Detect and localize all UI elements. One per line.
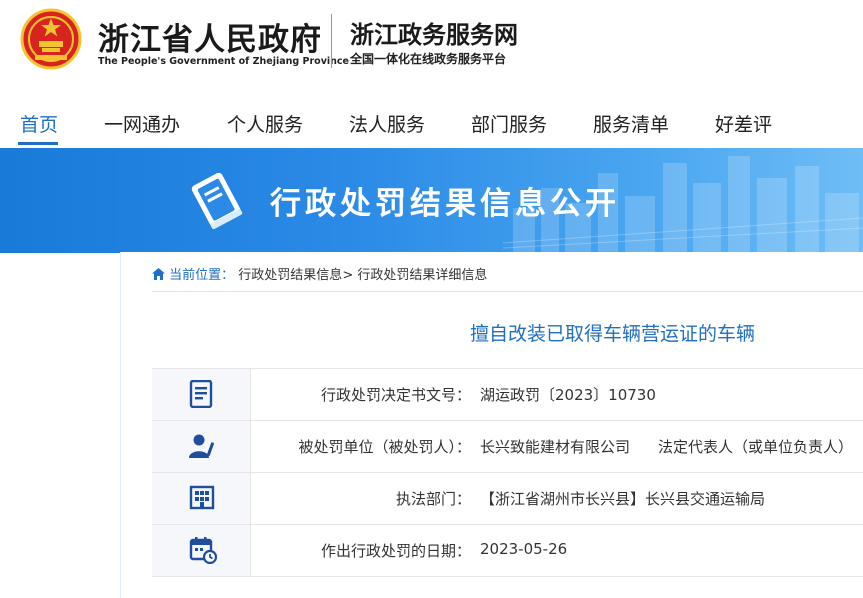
penalized-party-label: 被处罚单位（被处罚人）： bbox=[298, 438, 471, 456]
breadcrumb-divider bbox=[152, 291, 863, 292]
table-row: 执法部门： 【浙江省湖州市长兴县】长兴县交通运输局 bbox=[152, 472, 863, 524]
banner: 行政处罚结果信息公开 bbox=[0, 148, 863, 253]
nav-item-service-list[interactable]: 服务清单 bbox=[593, 110, 669, 137]
nav-item-department[interactable]: 部门服务 bbox=[471, 110, 547, 137]
header-divider bbox=[331, 14, 332, 68]
decision-number-value: 湖运政罚〔2023〕10730 bbox=[480, 386, 656, 404]
record-detail-table: 行政处罚决定书文号： 湖运政罚〔2023〕10730 被处罚单位（被处罚人）： … bbox=[152, 368, 863, 577]
banner-title: 行政处罚结果信息公开 bbox=[270, 186, 620, 222]
breadcrumb-separator: > bbox=[342, 268, 354, 283]
breadcrumb: 当前位置： 行政处罚结果信息> 行政处罚结果详细信息 bbox=[152, 264, 487, 283]
legal-representative-label: 法定代表人（或单位负责人） bbox=[658, 438, 854, 456]
document-icon bbox=[189, 380, 213, 408]
breadcrumb-current-label: 当前位置： bbox=[169, 268, 235, 283]
record-title: 擅自改装已取得车辆营运证的车辆 bbox=[470, 323, 756, 345]
row-icon-cell bbox=[152, 473, 251, 524]
decision-number-label: 行政处罚决定书文号： bbox=[320, 386, 471, 404]
main-nav: 首页 一网通办 个人服务 法人服务 部门服务 服务清单 好差评 bbox=[0, 100, 863, 146]
table-row: 作出行政处罚的日期： 2023-05-26 bbox=[152, 524, 863, 577]
penalized-party-value: 长兴致能建材有限公司 bbox=[480, 438, 631, 456]
row-icon-cell bbox=[152, 525, 251, 576]
gov-title[interactable]: 浙江省人民政府 bbox=[98, 14, 322, 59]
site-title[interactable]: 浙江政务服务网 bbox=[350, 15, 518, 50]
person-icon bbox=[189, 434, 214, 458]
nav-active-indicator bbox=[18, 142, 58, 145]
gov-subtitle: The People's Government of Zhejiang Prov… bbox=[98, 56, 349, 67]
enforcement-dept-label: 执法部门： bbox=[395, 490, 471, 508]
calendar-icon bbox=[189, 537, 217, 564]
breadcrumb-level2-link[interactable]: 行政处罚结果详细信息 bbox=[357, 268, 487, 283]
table-row: 行政处罚决定书文号： 湖运政罚〔2023〕10730 bbox=[152, 368, 863, 420]
home-icon[interactable] bbox=[152, 268, 165, 280]
enforcement-dept-value: 【浙江省湖州市长兴县】长兴县交通运输局 bbox=[480, 490, 766, 508]
national-emblem-icon[interactable] bbox=[20, 8, 82, 70]
breadcrumb-level1-link[interactable]: 行政处罚结果信息 bbox=[238, 268, 342, 283]
site-header: 浙江省人民政府 The People's Government of Zheji… bbox=[0, 0, 863, 90]
nav-item-one-network[interactable]: 一网通办 bbox=[104, 110, 180, 137]
nav-item-home[interactable]: 首页 bbox=[20, 110, 58, 137]
site-subtitle: 全国一体化在线政务服务平台 bbox=[350, 52, 507, 66]
penalty-date-label: 作出行政处罚的日期： bbox=[320, 542, 471, 560]
penalty-date-value: 2023-05-26 bbox=[480, 540, 568, 558]
nav-item-rating[interactable]: 好差评 bbox=[715, 110, 772, 137]
nav-item-legal-person[interactable]: 法人服务 bbox=[349, 110, 425, 137]
row-icon-cell bbox=[152, 421, 251, 472]
book-icon bbox=[191, 172, 243, 230]
row-icon-cell bbox=[152, 369, 251, 420]
building-icon bbox=[189, 485, 215, 510]
nav-item-personal[interactable]: 个人服务 bbox=[227, 110, 303, 137]
table-row: 被处罚单位（被处罚人）： 长兴致能建材有限公司 法定代表人（或单位负责人） bbox=[152, 420, 863, 472]
